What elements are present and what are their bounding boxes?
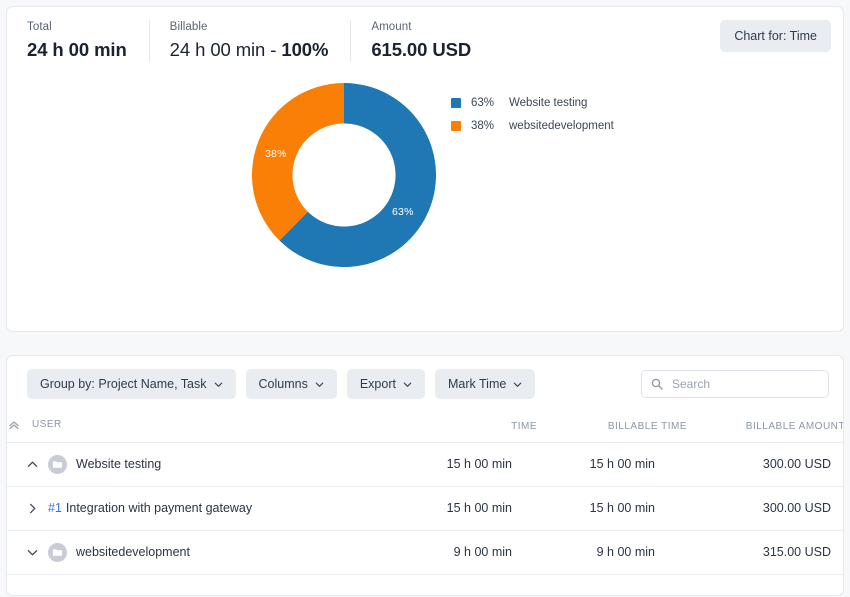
stat-billable-percent: 100% [281,39,329,60]
chevron-up-icon[interactable] [27,459,38,470]
column-header-time: TIME [397,412,537,443]
table-header: USER TIME BILLABLE TIME BILLABLE AMOUNT [7,412,843,443]
table-cell-billable-time[interactable]: 15 h 00 min [537,486,687,531]
columns-button[interactable]: Columns [245,369,337,399]
legend-percent-1: 38% [471,119,495,132]
collapse-all-icon[interactable] [7,418,21,432]
stat-amount-value: 615.00 USD [371,38,471,61]
stat-amount-label: Amount [371,21,412,33]
column-header-user: USER [7,412,397,443]
stat-billable-label: Billable [169,21,208,33]
row-name: websitedevelopment [76,545,190,559]
table-cell-user: Website testing [7,442,397,487]
table-cell-billable-amount: 300.00 USD [687,442,843,487]
donut-chart-svg [252,83,436,267]
stat-billable-value-main: 24 h 00 min - [169,39,282,60]
chevron-down-icon [403,382,412,387]
table-row[interactable]: websitedevelopment 9 h 00 min 9 h 00 min 31… [7,530,843,575]
table-cell-billable-time[interactable]: 9 h 00 min [537,530,687,575]
summary-stats: Total 24 h 00 min Billable 24 h 00 min -… [7,7,843,71]
stat-total-value: 24 h 00 min [27,38,127,61]
summary-chart-card: Total 24 h 00 min Billable 24 h 00 min -… [6,6,844,387]
donut-chart: 63% 38% [249,80,439,270]
table-row[interactable]: Website testing 15 h 00 min 15 h 00 min 300… [7,442,843,487]
table-cell-time[interactable]: 15 h 00 min [397,442,537,487]
legend-label-0: Website testing [509,96,588,109]
column-header-user-label: USER [32,419,62,430]
task-id-link[interactable]: #1 [48,501,62,515]
table-cell-time[interactable]: 15 h 00 min [397,486,537,531]
chevron-down-icon [214,382,222,387]
table-cell-time[interactable]: 9 h 00 min [397,530,537,575]
legend-color-swatch-orange [451,120,461,131]
row-name: #1 Integration with payment gateway [48,501,252,515]
report-page: Total 24 h 00 min Billable 24 h 00 min -… [0,0,850,597]
stat-billable: Billable 24 h 00 min - 100% [148,20,351,61]
chevron-down-icon [315,382,324,387]
table-row[interactable]: #1 Integration with payment gateway 15 h 0… [7,486,843,531]
stat-total-value-main: 24 h 00 min [27,39,127,60]
chart-for-button[interactable]: Chart for: Time [720,20,831,52]
mark-time-button[interactable]: Mark Time [434,369,536,399]
folder-icon [48,542,67,562]
legend-label-1: websitedevelopment [509,119,614,132]
chevron-down-icon [514,382,522,387]
table-cell-billable-amount: 300.00 USD [687,486,843,531]
table-cell-billable-amount: 315.00 USD [687,530,843,575]
donut-slice-1[interactable] [252,83,344,241]
export-label: Export [359,377,396,391]
mark-time-label: Mark Time [447,377,507,391]
group-by-button[interactable]: Group by: Project Name, Task [27,369,236,399]
columns-label: Columns [258,377,308,391]
chevron-right-icon[interactable] [27,503,38,514]
report-table-card: Group by: Project Name, Task Columns Exp… [6,355,844,596]
legend-percent-0: 63% [471,96,495,109]
column-header-billable-time: BILLABLE TIME [537,412,687,443]
legend-item-1[interactable]: 38% websitedevelopment [451,114,614,137]
task-name-link[interactable]: Integration with payment gateway [66,501,252,515]
row-name: Website testing [76,457,162,471]
stat-billable-value: 24 h 00 min - 100% [170,38,329,61]
table-cell-billable-time[interactable]: 15 h 00 min [537,442,687,487]
chart-legend: 63% Website testing 38% websitedevelopme… [451,91,614,137]
table-body: Website testing 15 h 00 min 15 h 00 min 300… [7,442,843,575]
stat-total-label: Total [27,21,52,33]
table-toolbar: Group by: Project Name, Task Columns Exp… [7,356,843,412]
export-button[interactable]: Export [346,369,425,399]
stat-total: Total 24 h 00 min [7,20,149,61]
table-cell-user: websitedevelopment [7,530,397,575]
column-header-billable-amount: BILLABLE AMOUNT [687,412,843,443]
search-input[interactable] [670,376,819,392]
folder-icon [48,454,67,474]
legend-item-0[interactable]: 63% Website testing [451,91,614,114]
chevron-down-icon[interactable] [27,547,38,558]
search-icon [651,378,663,390]
legend-color-swatch-blue [451,97,461,108]
table-header-row: USER TIME BILLABLE TIME BILLABLE AMOUNT [7,412,843,443]
group-by-label: Group by: Project Name, Task [40,377,207,391]
stat-amount-value-main: 615.00 USD [371,39,472,60]
search-box[interactable] [641,370,829,398]
table-cell-user: #1 Integration with payment gateway [7,486,397,531]
donut-chart-area: 63% 38% 63% Website testing 38% websited… [7,77,843,387]
report-table: USER TIME BILLABLE TIME BILLABLE AMOUNT … [7,412,843,575]
stat-amount: Amount 615.00 USD [350,20,493,61]
